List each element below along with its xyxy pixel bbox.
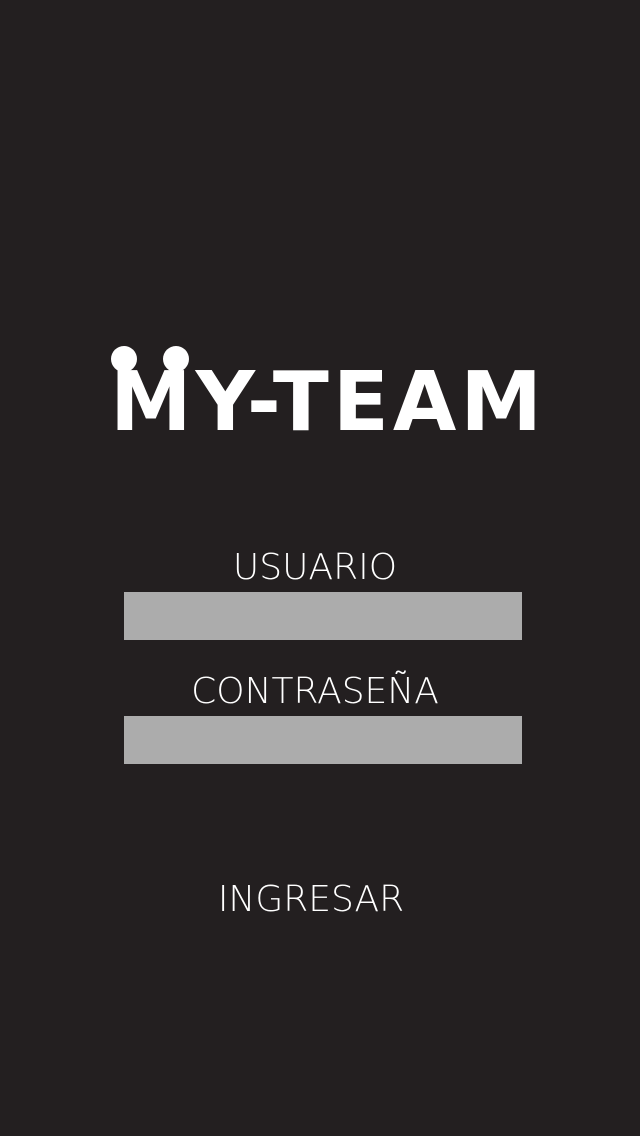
username-input[interactable]: [124, 592, 522, 640]
username-label: USUARIO: [232, 547, 398, 588]
app-logo: MY-TEAM: [110, 340, 560, 450]
login-screen: MY-TEAM USUARIO CONTRASEÑA INGRESAR: [0, 0, 640, 1136]
password-label: CONTRASEÑA: [191, 671, 439, 712]
logo-text: MY-TEAM: [110, 355, 546, 450]
password-input[interactable]: [124, 716, 522, 764]
login-button[interactable]: INGRESAR: [170, 876, 452, 924]
